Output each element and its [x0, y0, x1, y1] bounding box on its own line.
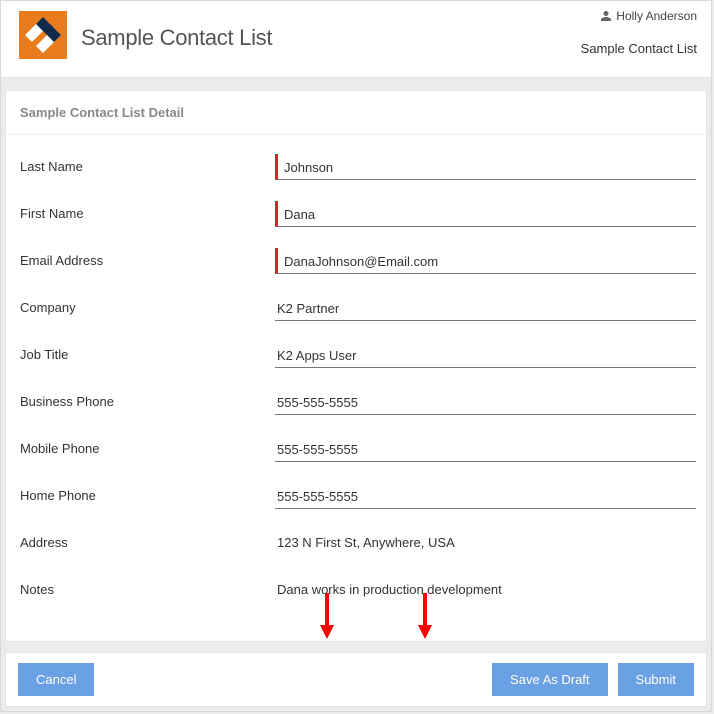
label-job-title: Job Title — [20, 347, 275, 362]
job-title-input[interactable] — [275, 344, 696, 367]
label-company: Company — [20, 300, 275, 315]
home-phone-input[interactable] — [275, 485, 696, 508]
detail-panel: Sample Contact List Detail Last Name Fir… — [5, 90, 707, 642]
company-input[interactable] — [275, 297, 696, 320]
user-icon — [600, 10, 612, 22]
label-mobile-phone: Mobile Phone — [20, 441, 275, 456]
label-address: Address — [20, 535, 275, 550]
label-home-phone: Home Phone — [20, 488, 275, 503]
mobile-phone-input[interactable] — [275, 438, 696, 461]
page-title: Sample Contact List — [81, 25, 272, 51]
address-value[interactable]: 123 N First St, Anywhere, USA — [275, 531, 696, 554]
notes-value[interactable]: Dana works in production development — [275, 578, 696, 601]
label-first-name: First Name — [20, 206, 275, 221]
label-notes: Notes — [20, 582, 275, 597]
footer-toolbar: Cancel Save As Draft Submit — [5, 652, 707, 707]
panel-title: Sample Contact List Detail — [6, 91, 706, 135]
user-indicator[interactable]: Holly Anderson — [600, 9, 697, 23]
save-as-draft-button[interactable]: Save As Draft — [492, 663, 607, 696]
business-phone-input[interactable] — [275, 391, 696, 414]
label-email: Email Address — [20, 253, 275, 268]
app-logo — [19, 11, 67, 59]
contact-form: Last Name First Name Email Address Compa… — [6, 135, 706, 613]
label-business-phone: Business Phone — [20, 394, 275, 409]
email-input[interactable] — [282, 250, 696, 273]
user-name: Holly Anderson — [616, 9, 697, 23]
header: Sample Contact List Holly Anderson Sampl… — [1, 1, 711, 78]
breadcrumb[interactable]: Sample Contact List — [581, 41, 697, 56]
first-name-input[interactable] — [282, 203, 696, 226]
last-name-input[interactable] — [282, 156, 696, 179]
cancel-button[interactable]: Cancel — [18, 663, 94, 696]
submit-button[interactable]: Submit — [618, 663, 694, 696]
label-last-name: Last Name — [20, 159, 275, 174]
